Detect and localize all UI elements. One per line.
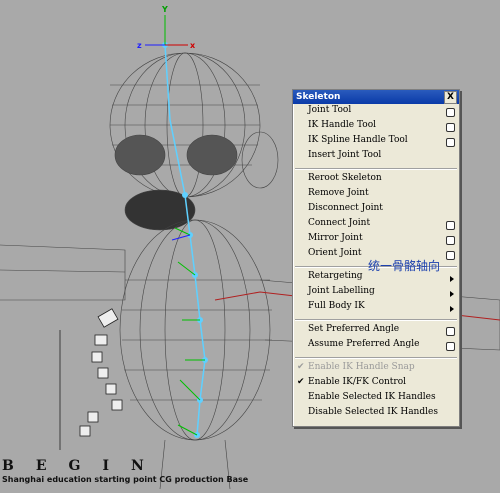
menu-title: Skeleton — [296, 92, 341, 102]
checkmark-icon: ✔ — [297, 362, 305, 372]
option-box-icon[interactable] — [446, 342, 455, 351]
option-box-icon[interactable] — [446, 251, 455, 260]
menu-item-mirror-joint[interactable]: Mirror Joint — [293, 233, 459, 248]
menu-item-joint-labelling[interactable]: Joint Labelling — [293, 286, 459, 301]
option-box-icon[interactable] — [446, 123, 455, 132]
option-box-icon[interactable] — [446, 221, 455, 230]
menu-title-bar[interactable]: Skeleton X — [293, 90, 459, 104]
menu-group-preferred-angle: Set Preferred Angle Assume Preferred Ang… — [293, 323, 459, 355]
menu-item-disconnect-joint[interactable]: Disconnect Joint — [293, 203, 459, 218]
menu-group-tools: Joint Tool IK Handle Tool IK Spline Hand… — [293, 104, 459, 166]
menu-item-ik-handle-tool[interactable]: IK Handle Tool — [293, 120, 459, 135]
menu-item-remove-joint[interactable]: Remove Joint — [293, 188, 459, 203]
menu-item-reroot-skeleton[interactable]: Reroot Skeleton — [293, 173, 459, 188]
submenu-arrow-icon — [450, 276, 454, 282]
checkmark-icon: ✔ — [297, 377, 305, 387]
menu-item-insert-joint-tool[interactable]: Insert Joint Tool — [293, 150, 459, 165]
option-box-icon[interactable] — [446, 236, 455, 245]
menu-item-connect-joint[interactable]: Connect Joint — [293, 218, 459, 233]
menu-item-joint-tool[interactable]: Joint Tool — [293, 105, 459, 120]
submenu-arrow-icon — [450, 291, 454, 297]
menu-item-full-body-ik[interactable]: Full Body IK — [293, 301, 459, 316]
menu-item-enable-ik-fk-control[interactable]: ✔ Enable IK/FK Control — [293, 377, 459, 392]
option-box-icon[interactable] — [446, 138, 455, 147]
menu-item-enable-selected-ik-handles[interactable]: Enable Selected IK Handles — [293, 392, 459, 407]
watermark-title: BEGIN — [2, 458, 166, 474]
annotation-text: 统一骨骼轴向 — [368, 259, 441, 273]
menu-item-enable-ik-handle-snap[interactable]: ✔ Enable IK Handle Snap — [293, 362, 459, 377]
menu-item-ik-spline-handle-tool[interactable]: IK Spline Handle Tool — [293, 135, 459, 150]
z-axis-label: z — [137, 41, 142, 50]
option-box-icon[interactable] — [446, 327, 455, 336]
menu-item-disable-selected-ik-handles[interactable]: Disable Selected IK Handles — [293, 407, 459, 422]
menu-group-submenus: Retargeting Joint Labelling Full Body IK — [293, 270, 459, 317]
menu-separator — [295, 168, 457, 170]
option-box-icon[interactable] — [446, 108, 455, 117]
menu-separator — [295, 357, 457, 359]
submenu-arrow-icon — [450, 306, 454, 312]
close-button[interactable]: X — [444, 91, 457, 104]
menu-item-set-preferred-angle[interactable]: Set Preferred Angle — [293, 324, 459, 339]
menu-separator — [295, 319, 457, 321]
watermark-subtitle: Shanghai education starting point CG pro… — [2, 475, 249, 484]
menu-group-joints: Reroot Skeleton Remove Joint Disconnect … — [293, 172, 459, 264]
menu-item-assume-preferred-angle[interactable]: Assume Preferred Angle — [293, 339, 459, 354]
x-axis-label: x — [190, 41, 196, 50]
menu-group-ik-controls: ✔ Enable IK Handle Snap ✔ Enable IK/FK Con… — [293, 361, 459, 423]
y-axis-label: Y — [161, 5, 168, 14]
